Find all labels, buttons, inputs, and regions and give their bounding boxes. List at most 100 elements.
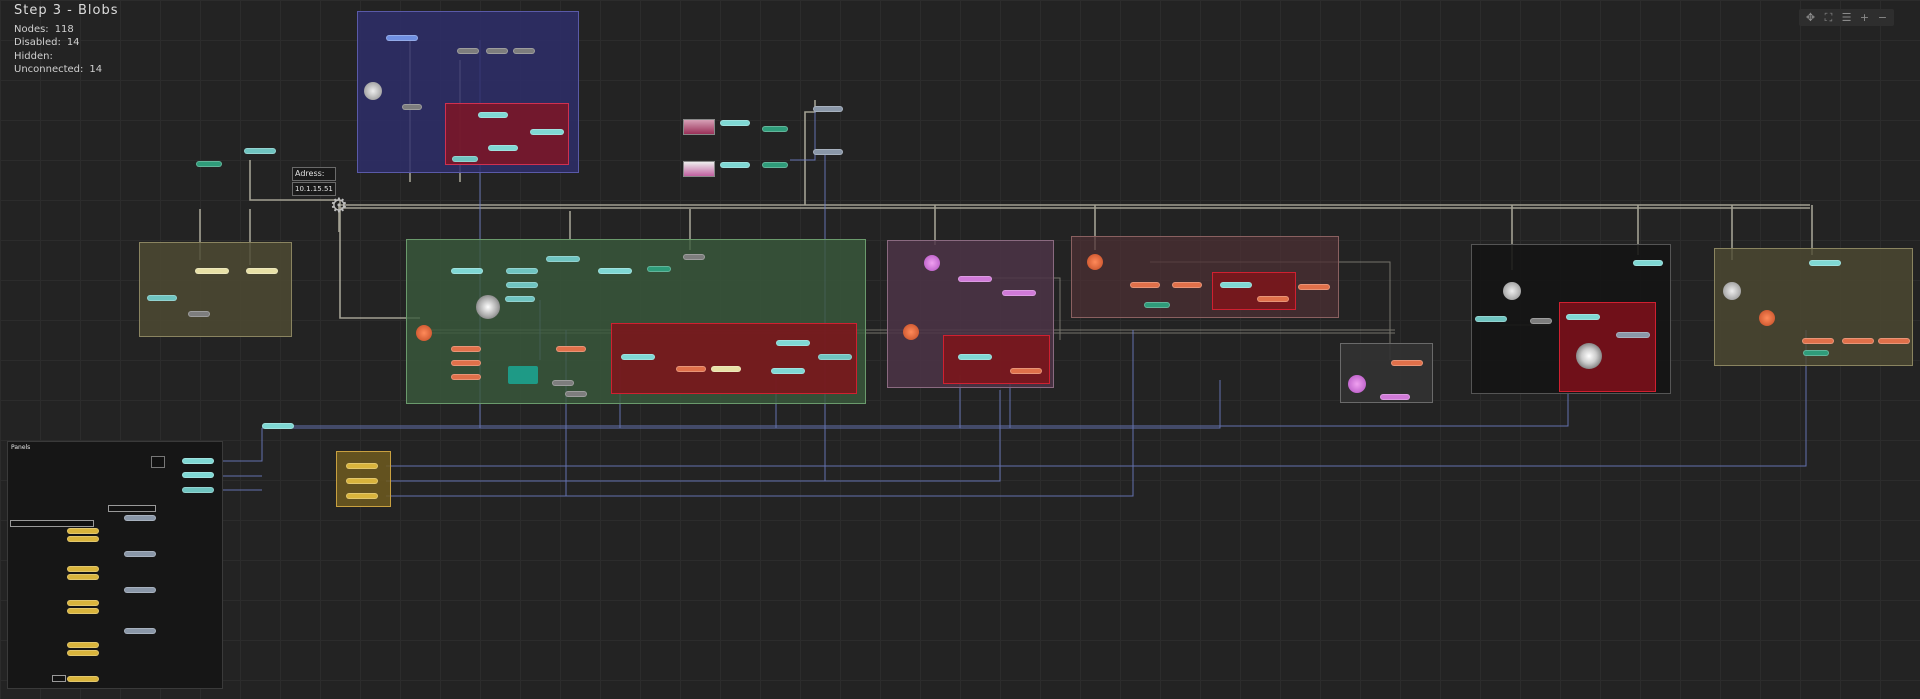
node[interactable] xyxy=(457,48,479,54)
node[interactable] xyxy=(513,48,535,54)
orange-blob-node[interactable] xyxy=(416,325,432,341)
blob-node[interactable] xyxy=(1723,282,1741,300)
node[interactable] xyxy=(958,276,992,282)
node[interactable] xyxy=(546,256,580,262)
node[interactable] xyxy=(67,608,99,614)
node[interactable] xyxy=(720,162,750,168)
node[interactable] xyxy=(124,628,156,634)
node[interactable] xyxy=(1802,338,1834,344)
group-red-rose[interactable] xyxy=(1212,272,1296,310)
node[interactable] xyxy=(452,156,478,162)
node[interactable] xyxy=(67,528,99,534)
node[interactable] xyxy=(196,161,222,167)
node[interactable] xyxy=(813,149,843,155)
node[interactable] xyxy=(124,551,156,557)
text-input[interactable] xyxy=(108,505,156,512)
node[interactable] xyxy=(188,311,210,317)
node[interactable] xyxy=(1257,296,1289,302)
zoom-out-icon[interactable]: − xyxy=(1874,9,1891,26)
node[interactable] xyxy=(762,126,788,132)
node[interactable] xyxy=(67,642,99,648)
node[interactable] xyxy=(720,120,750,126)
group-yellow-left[interactable] xyxy=(139,242,292,337)
node[interactable] xyxy=(1633,260,1663,266)
node[interactable] xyxy=(486,48,508,54)
node[interactable] xyxy=(182,472,214,478)
node[interactable] xyxy=(262,423,294,429)
pan-icon[interactable]: ✥ xyxy=(1802,9,1819,26)
gear-icon[interactable]: ⚙ xyxy=(329,195,349,215)
node[interactable] xyxy=(346,463,378,469)
node[interactable] xyxy=(346,493,378,499)
node[interactable] xyxy=(67,600,99,606)
node[interactable] xyxy=(1809,260,1841,266)
node[interactable] xyxy=(182,487,214,493)
node[interactable] xyxy=(556,346,586,352)
node[interactable] xyxy=(478,112,508,118)
node[interactable] xyxy=(506,268,538,274)
node[interactable] xyxy=(488,145,518,151)
group-rose[interactable] xyxy=(1071,236,1339,318)
node[interactable] xyxy=(565,391,587,397)
align-icon[interactable]: ☰ xyxy=(1838,9,1855,26)
node[interactable] xyxy=(647,266,671,272)
node[interactable] xyxy=(1530,318,1552,324)
node[interactable] xyxy=(147,295,177,301)
text-input[interactable] xyxy=(10,520,94,527)
orange-blob-node[interactable] xyxy=(1087,254,1103,270)
zoom-in-icon[interactable]: + xyxy=(1856,9,1873,26)
pink-blob-node[interactable] xyxy=(1348,375,1366,393)
node[interactable] xyxy=(530,129,564,135)
text-input[interactable] xyxy=(52,675,66,682)
node[interactable] xyxy=(505,296,535,302)
node[interactable] xyxy=(598,268,632,274)
node[interactable] xyxy=(1803,350,1829,356)
image-thumbnail[interactable] xyxy=(683,161,715,177)
node[interactable] xyxy=(1616,332,1650,338)
node[interactable] xyxy=(124,515,156,521)
node[interactable] xyxy=(246,268,278,274)
node[interactable] xyxy=(1566,314,1600,320)
node[interactable] xyxy=(182,458,214,464)
node[interactable] xyxy=(451,374,481,380)
node[interactable] xyxy=(1298,284,1330,290)
node[interactable] xyxy=(195,268,229,274)
node[interactable] xyxy=(1878,338,1910,344)
node[interactable] xyxy=(1130,282,1160,288)
node[interactable] xyxy=(958,354,992,360)
node[interactable] xyxy=(813,106,843,112)
image-thumbnail[interactable] xyxy=(683,119,715,135)
node[interactable] xyxy=(771,368,805,374)
orange-blob-node[interactable] xyxy=(1759,310,1775,326)
node[interactable] xyxy=(552,380,574,386)
adress-input[interactable]: 10.1.15.51 xyxy=(292,182,336,196)
node[interactable] xyxy=(67,566,99,572)
blob-node[interactable] xyxy=(1576,343,1602,369)
node[interactable] xyxy=(451,346,481,352)
node[interactable] xyxy=(244,148,276,154)
node[interactable] xyxy=(451,268,483,274)
preview-node[interactable] xyxy=(508,366,538,384)
node[interactable] xyxy=(1842,338,1874,344)
node[interactable] xyxy=(1172,282,1202,288)
node[interactable] xyxy=(67,650,99,656)
node[interactable] xyxy=(621,354,655,360)
node[interactable] xyxy=(67,536,99,542)
pink-blob-node[interactable] xyxy=(924,255,940,271)
blob-node[interactable] xyxy=(476,295,500,319)
node[interactable] xyxy=(451,360,481,366)
node[interactable] xyxy=(711,366,741,372)
node[interactable] xyxy=(818,354,852,360)
node[interactable] xyxy=(506,282,538,288)
node[interactable] xyxy=(1002,290,1036,296)
blob-node[interactable] xyxy=(364,82,382,100)
node[interactable] xyxy=(776,340,810,346)
node[interactable] xyxy=(67,676,99,682)
node[interactable] xyxy=(124,587,156,593)
node[interactable] xyxy=(676,366,706,372)
node[interactable] xyxy=(683,254,705,260)
node[interactable] xyxy=(1220,282,1252,288)
node[interactable] xyxy=(386,35,418,41)
fit-view-icon[interactable]: ⛶ xyxy=(1820,9,1837,26)
node[interactable] xyxy=(1380,394,1410,400)
